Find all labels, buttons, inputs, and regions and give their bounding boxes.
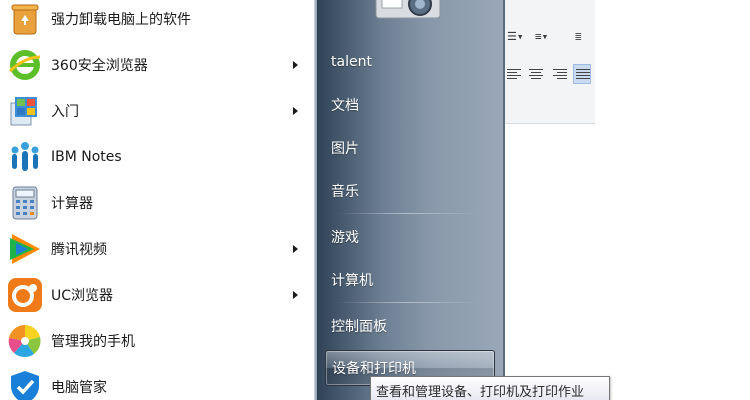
align-left-icon[interactable] bbox=[505, 64, 523, 84]
uc-browser-icon bbox=[6, 276, 44, 314]
program-label: 入门 bbox=[51, 104, 79, 120]
getting-started-icon bbox=[6, 92, 44, 130]
place-item-music[interactable]: 音乐 bbox=[325, 175, 495, 207]
places-separator bbox=[337, 213, 477, 214]
place-item-documents[interactable]: 文档 bbox=[325, 89, 495, 121]
multilevel-list-icon[interactable]: ≣ bbox=[575, 30, 582, 43]
place-label: 音乐 bbox=[331, 184, 359, 200]
place-label: talent bbox=[331, 54, 372, 70]
program-item-pc-manager[interactable]: 电脑管家 bbox=[0, 364, 316, 400]
program-item-getting-started[interactable]: 入门 bbox=[0, 88, 316, 134]
program-item-phone-manager[interactable]: 管理我的手机 bbox=[0, 318, 316, 364]
place-item-user-folder[interactable]: talent bbox=[325, 46, 495, 78]
place-label: 控制面板 bbox=[331, 319, 387, 335]
place-label: 设备和打印机 bbox=[332, 361, 416, 377]
place-item-pictures[interactable]: 图片 bbox=[325, 132, 495, 164]
program-item-uc-browser[interactable]: UC浏览器 bbox=[0, 272, 316, 318]
submenu-arrow-icon bbox=[293, 107, 298, 115]
program-label: UC浏览器 bbox=[51, 288, 114, 304]
program-item-ibm-notes[interactable]: IBM Notes bbox=[0, 134, 316, 180]
place-item-computer[interactable]: 计算机 bbox=[325, 264, 495, 296]
start-menu-places-pane: talent 文档 图片 音乐 游戏 计算机 控制面板 设备和打印机 bbox=[317, 0, 505, 400]
ibm-notes-icon bbox=[6, 138, 44, 176]
tencent-video-icon bbox=[6, 230, 44, 268]
program-item-360-browser[interactable]: 360安全浏览器 bbox=[0, 42, 316, 88]
program-item-calculator[interactable]: 计算器 bbox=[0, 180, 316, 226]
desktop-background bbox=[595, 0, 750, 400]
program-label: 管理我的手机 bbox=[51, 334, 135, 350]
program-item-tencent-video[interactable]: 腾讯视频 bbox=[0, 226, 316, 272]
align-center-icon[interactable] bbox=[527, 64, 545, 84]
align-right-icon[interactable] bbox=[551, 64, 569, 84]
recycle-bin-icon bbox=[6, 0, 44, 38]
program-label: 计算器 bbox=[51, 196, 93, 212]
background-document-window: ☰▾ ≡▾ ≣ bbox=[505, 0, 595, 400]
place-label: 计算机 bbox=[331, 273, 373, 289]
places-separator bbox=[337, 302, 477, 303]
submenu-arrow-icon bbox=[293, 61, 298, 69]
place-label: 文档 bbox=[331, 98, 359, 114]
program-label: 腾讯视频 bbox=[51, 242, 107, 258]
submenu-arrow-icon bbox=[293, 291, 298, 299]
program-label: 360安全浏览器 bbox=[51, 58, 148, 74]
submenu-arrow-icon bbox=[293, 245, 298, 253]
place-item-games[interactable]: 游戏 bbox=[325, 221, 495, 253]
bullets-list-icon[interactable]: ☰▾ bbox=[507, 30, 523, 43]
ribbon-toolbar: ☰▾ ≡▾ ≣ bbox=[505, 0, 595, 124]
program-label: 电脑管家 bbox=[51, 380, 107, 396]
place-label: 图片 bbox=[331, 141, 359, 157]
calculator-icon bbox=[6, 184, 44, 222]
tooltip: 查看和管理设备、打印机及打印作业 bbox=[370, 376, 610, 400]
program-label: IBM Notes bbox=[51, 149, 122, 165]
360-browser-icon bbox=[6, 46, 44, 84]
phone-manager-icon bbox=[6, 322, 44, 360]
user-picture-camera-icon[interactable] bbox=[372, 0, 444, 24]
place-item-control-panel[interactable]: 控制面板 bbox=[325, 310, 495, 342]
start-menu-programs-pane: 强力卸载电脑上的软件 360安全浏览器 入门 IBM Notes 计算器 腾讯视… bbox=[0, 0, 316, 400]
program-item-uninstaller[interactable]: 强力卸载电脑上的软件 bbox=[0, 0, 316, 42]
place-label: 游戏 bbox=[331, 230, 359, 246]
program-label: 强力卸载电脑上的软件 bbox=[51, 12, 191, 28]
justify-icon[interactable] bbox=[573, 64, 591, 84]
pc-manager-icon bbox=[6, 368, 44, 400]
numbered-list-icon[interactable]: ≡▾ bbox=[535, 30, 548, 43]
